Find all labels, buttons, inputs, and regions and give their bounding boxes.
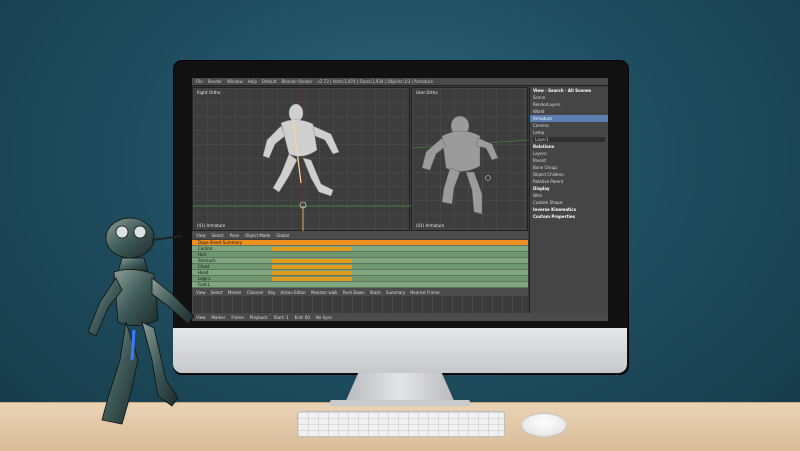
outliner-item-armature[interactable]: Armature [530, 115, 608, 122]
keyframe-block[interactable] [272, 247, 352, 251]
tab-search[interactable]: Search [548, 88, 563, 93]
mode-select[interactable]: Object Mode [245, 233, 270, 238]
dopesheet-row-chest[interactable]: Chest [192, 264, 528, 269]
sync-select[interactable]: No Sync [316, 315, 332, 320]
parent-label: Parent: [533, 158, 548, 163]
menu-help[interactable]: Help [248, 79, 257, 84]
ds-menu-select[interactable]: Select [211, 290, 223, 295]
layout-select[interactable]: Default [262, 79, 277, 84]
outliner-item-renderlayers[interactable]: RenderLayers [530, 101, 608, 108]
ds-menu-marker[interactable]: Marker [228, 290, 242, 295]
monster-model-shaded [412, 115, 529, 215]
monitor-stand [345, 373, 455, 403]
dopesheet-header: View Select Marker Channel Key Action Ed… [192, 288, 528, 296]
ds-menu-key[interactable]: Key [268, 290, 275, 295]
object-children-label: Object Children [533, 172, 564, 177]
monitor-foot [330, 400, 470, 406]
section-display[interactable]: Display [530, 185, 608, 192]
wire-checkbox[interactable]: Wire [530, 192, 608, 199]
push-down-button[interactable]: Push Down [343, 290, 365, 295]
tab-view[interactable]: View [533, 88, 544, 93]
start-frame-field[interactable]: Start: 1 [274, 315, 289, 320]
summary-toggle[interactable]: Summary [386, 290, 405, 295]
editor-mode-select[interactable]: Action Editor [280, 290, 306, 295]
outliner-item-world[interactable]: World [530, 108, 608, 115]
dopesheet-row-legs-l[interactable]: Legs.L [192, 276, 528, 281]
keyboard [297, 411, 505, 437]
keyframe-block[interactable] [272, 277, 352, 281]
blender-screen: File Render Window Help Default Blender … [192, 78, 608, 321]
menu-pose[interactable]: Pose [230, 233, 239, 238]
section-custom-properties[interactable]: Custom Properties [530, 213, 608, 220]
menu-render[interactable]: Render [208, 79, 222, 84]
keyframe-block[interactable] [272, 259, 352, 263]
scene-stats: v2.73 | Verts:1,974 | Faces:1,934 | Obje… [317, 79, 433, 84]
viewport-status: (41) Armature [416, 223, 445, 228]
section-inverse-kinematics[interactable]: Inverse Kinematics [530, 206, 608, 213]
relative-parent-checkbox[interactable]: Relative Parent [530, 178, 608, 185]
viewport-right-ortho[interactable]: Right Ortho (41) Armature [192, 87, 411, 232]
tl-menu-playback[interactable]: Playback [250, 315, 268, 320]
ds-menu-channel[interactable]: Channel [247, 290, 263, 295]
menu-window[interactable]: Window [227, 79, 243, 84]
viewport-user-ortho[interactable]: User Ortho (41) Armature [411, 87, 529, 231]
top-menu-bar: File Render Window Help Default Blender … [192, 78, 608, 86]
outliner-item-lamp[interactable]: Lamp [530, 129, 608, 136]
layers-label: Layers: [533, 151, 548, 156]
outliner-tabs: View · Search · All Scenes [533, 88, 592, 93]
orientation-select[interactable]: Global [276, 233, 289, 238]
timeline-footer: View Marker Frame Playback Start: 1 End:… [192, 313, 608, 321]
timeline[interactable] [192, 296, 528, 313]
monster-model-wireframe [193, 88, 411, 232]
mouse [521, 413, 567, 437]
render-engine-select[interactable]: Blender Render [281, 79, 312, 84]
snap-select[interactable]: Nearest Frame [410, 290, 439, 295]
viewport-header: View Select Pose Object Mode Global [192, 231, 528, 239]
action-select[interactable]: Monster walk [311, 290, 338, 295]
custom-shape-label: Custom Shape: [533, 200, 564, 205]
stash-button[interactable]: Stash [370, 290, 381, 295]
outliner-item-camera[interactable]: Camera [530, 122, 608, 129]
menu-file[interactable]: File [196, 79, 203, 84]
keyframe-block[interactable] [272, 265, 352, 269]
dopesheet-row-control[interactable]: Control [192, 246, 528, 251]
end-frame-field[interactable]: End: 60 [295, 315, 310, 320]
dopesheet-row-foot-l[interactable]: Foot.L [192, 282, 528, 287]
tl-menu-frame[interactable]: Frame [231, 315, 243, 320]
bone-name-field[interactable]: Layer1 [533, 137, 605, 142]
monitor-chin [173, 328, 627, 373]
tab-all-scenes[interactable]: All Scenes [568, 88, 591, 93]
tl-menu-marker[interactable]: Marker [212, 315, 226, 320]
dopesheet-row-stomach[interactable]: Stomach [192, 258, 528, 263]
outliner-item-scene[interactable]: Scene [530, 94, 608, 101]
keyframe-block[interactable] [272, 271, 352, 275]
dopesheet-row-hull[interactable]: Hull [192, 252, 528, 257]
bone-group-label: Bone Group: [533, 165, 558, 170]
dopesheet-row-head[interactable]: Head [192, 270, 528, 275]
properties-panel: View · Search · All Scenes Scene RenderL… [529, 87, 608, 321]
section-relations[interactable]: Relations [530, 143, 608, 150]
robot-figure [87, 217, 195, 425]
dope-sheet[interactable]: Dope Sheet Summary Control Hull Stomach … [192, 240, 528, 288]
menu-select[interactable]: Select [212, 233, 224, 238]
dopesheet-summary-row[interactable]: Dope Sheet Summary [192, 240, 528, 245]
